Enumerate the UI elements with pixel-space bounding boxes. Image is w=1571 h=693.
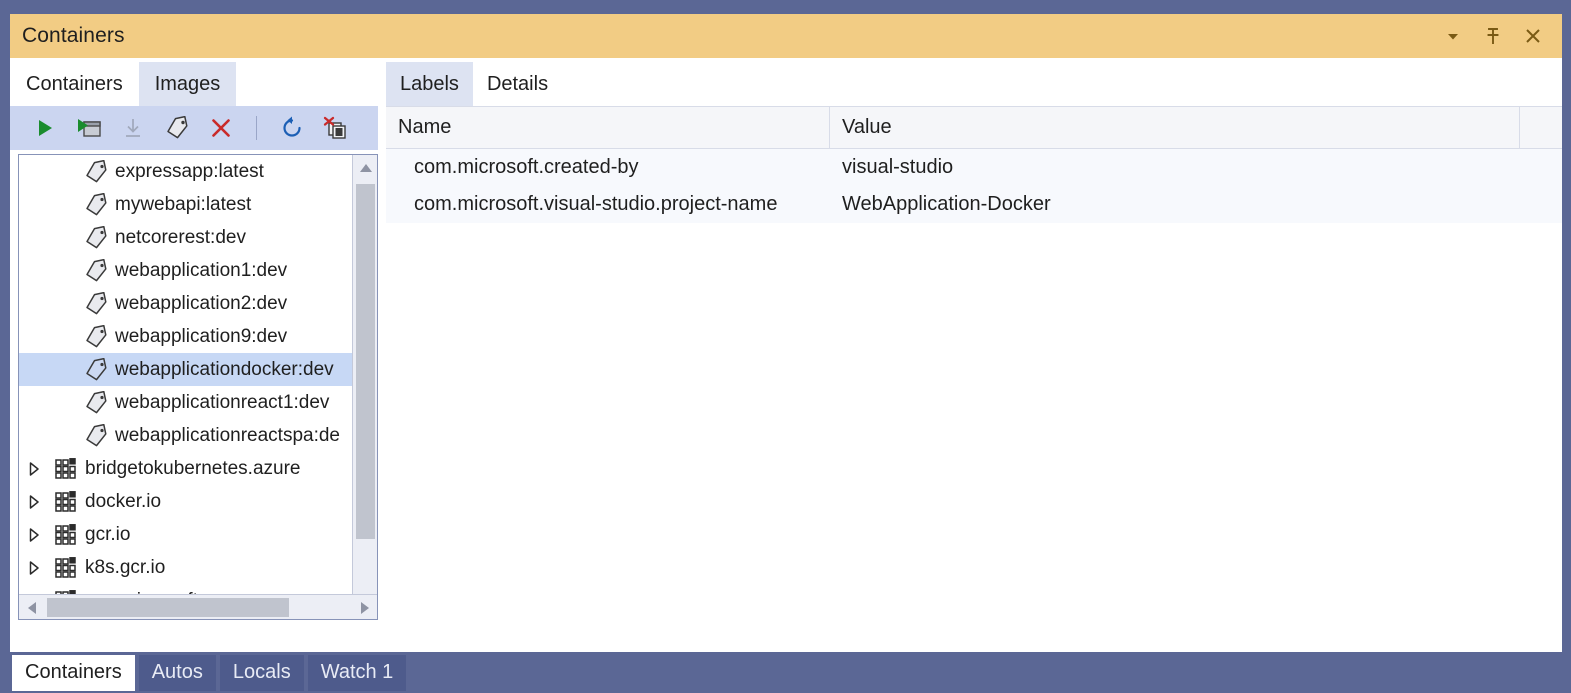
- expand-chevron-icon[interactable]: [19, 461, 49, 477]
- tag-icon: [79, 325, 113, 349]
- tree-item-label: expressapp:latest: [113, 161, 264, 183]
- tag-icon: [79, 292, 113, 316]
- tree-item[interactable]: gcr.io: [19, 518, 352, 551]
- right-pane-tabstrip: Labels Details: [386, 58, 1562, 106]
- tree-item-label: webapplication1:dev: [113, 260, 287, 282]
- expand-chevron-icon[interactable]: [19, 527, 49, 543]
- chevron-down-icon[interactable]: [1440, 23, 1466, 49]
- tab-images[interactable]: Images: [139, 62, 237, 106]
- tree-item-label: webapplicationreact1:dev: [113, 392, 329, 414]
- table-row[interactable]: com.microsoft.visual-studio.project-name…: [386, 186, 1562, 223]
- tag-icon: [79, 358, 113, 382]
- pin-icon[interactable]: [1480, 23, 1506, 49]
- tree-item[interactable]: webapplicationreactspa:de: [19, 419, 352, 452]
- images-pane: Containers Images: [10, 58, 378, 652]
- tag-icon: [79, 259, 113, 283]
- tab-containers[interactable]: Containers: [10, 62, 139, 106]
- images-toolbar: [10, 106, 378, 150]
- toolbar-separator: [256, 116, 257, 140]
- close-icon[interactable]: [1520, 23, 1546, 49]
- tree-item-label: webapplication9:dev: [113, 326, 287, 348]
- labels-grid: Name Value com.microsoft.created-byvisua…: [386, 106, 1562, 652]
- tag-icon: [79, 424, 113, 448]
- images-tree-container: expressapp:latest mywebapi:latest netcorer…: [18, 154, 378, 620]
- tree-item-label: mywebapi:latest: [113, 194, 251, 216]
- tree-horizontal-scrollbar[interactable]: [19, 594, 377, 619]
- refresh-icon[interactable]: [277, 113, 307, 143]
- expand-chevron-icon[interactable]: [19, 494, 49, 510]
- tree-item[interactable]: k8s.gcr.io: [19, 551, 352, 584]
- table-row[interactable]: com.microsoft.created-byvisual-studio: [386, 149, 1562, 186]
- vertical-scroll-thumb[interactable]: [356, 184, 375, 539]
- left-pane-tabstrip: Containers Images: [10, 58, 378, 106]
- scroll-left-arrow-icon[interactable]: [19, 595, 44, 620]
- label-value-cell: WebApplication-Docker: [830, 186, 1520, 223]
- tree-item[interactable]: mywebapi:latest: [19, 188, 352, 221]
- window-titlebar: Containers: [10, 14, 1562, 58]
- tab-details[interactable]: Details: [473, 62, 562, 106]
- tree-item-label: gcr.io: [83, 524, 130, 546]
- tree-item[interactable]: webapplicationreact1:dev: [19, 386, 352, 419]
- registry-icon: [49, 524, 83, 546]
- page-title: Containers: [22, 24, 125, 48]
- tag-icon: [79, 193, 113, 217]
- debug-window-tabstrip: Containers Autos Locals Watch 1: [0, 652, 1571, 693]
- tree-item-label: webapplicationreactspa:de: [113, 425, 340, 447]
- delete-x-icon[interactable]: [206, 113, 236, 143]
- registry-icon: [49, 557, 83, 579]
- tree-item-label: bridgetokubernetes.azure: [83, 458, 300, 480]
- tree-item-label: k8s.gcr.io: [83, 557, 165, 579]
- label-name-cell: com.microsoft.created-by: [386, 149, 830, 186]
- labels-grid-body: com.microsoft.created-byvisual-studiocom…: [386, 149, 1562, 223]
- scroll-up-arrow-icon[interactable]: [353, 155, 378, 180]
- label-value-cell: visual-studio: [830, 149, 1520, 186]
- download-icon: [118, 113, 148, 143]
- tree-item[interactable]: bridgetokubernetes.azure: [19, 452, 352, 485]
- horizontal-scroll-thumb[interactable]: [47, 598, 289, 617]
- tree-item-label: netcorerest:dev: [113, 227, 246, 249]
- tree-item[interactable]: netcorerest:dev: [19, 221, 352, 254]
- bottom-tab-autos[interactable]: Autos: [139, 655, 216, 691]
- tree-item[interactable]: webapplicationdocker:dev: [19, 353, 352, 386]
- tree-item[interactable]: docker.io: [19, 485, 352, 518]
- labels-grid-header: Name Value: [386, 107, 1562, 149]
- column-header-value[interactable]: Value: [830, 107, 1520, 148]
- prune-images-icon[interactable]: [321, 113, 351, 143]
- tree-item-label: webapplication2:dev: [113, 293, 287, 315]
- play-icon[interactable]: [30, 113, 60, 143]
- details-pane: Labels Details Name Value com.microsoft.…: [386, 58, 1562, 652]
- tag-icon[interactable]: [162, 113, 192, 143]
- titlebar-button-group: [1440, 23, 1546, 49]
- column-header-filler: [1520, 107, 1562, 148]
- tree-vertical-scrollbar[interactable]: [352, 155, 377, 619]
- images-tree[interactable]: expressapp:latest mywebapi:latest netcorer…: [19, 155, 352, 619]
- expand-chevron-icon[interactable]: [19, 560, 49, 576]
- tab-labels[interactable]: Labels: [386, 62, 473, 106]
- tree-item-label: webapplicationdocker:dev: [113, 359, 334, 381]
- bottom-tab-watch1[interactable]: Watch 1: [308, 655, 407, 691]
- label-name-cell: com.microsoft.visual-studio.project-name: [386, 186, 830, 223]
- bottom-tab-locals[interactable]: Locals: [220, 655, 304, 691]
- tool-window-body: Containers Images: [10, 58, 1562, 652]
- tree-item[interactable]: webapplication2:dev: [19, 287, 352, 320]
- tree-item[interactable]: webapplication1:dev: [19, 254, 352, 287]
- containers-tool-window: Containers Container: [0, 0, 1571, 693]
- tag-icon: [79, 391, 113, 415]
- tree-item[interactable]: expressapp:latest: [19, 155, 352, 188]
- column-header-name[interactable]: Name: [386, 107, 830, 148]
- registry-icon: [49, 491, 83, 513]
- bottom-tab-containers[interactable]: Containers: [12, 655, 135, 691]
- play-window-icon[interactable]: [74, 113, 104, 143]
- tree-item-label: docker.io: [83, 491, 161, 513]
- tag-icon: [79, 226, 113, 250]
- scroll-right-arrow-icon[interactable]: [352, 595, 377, 620]
- tag-icon: [79, 160, 113, 184]
- tree-item[interactable]: webapplication9:dev: [19, 320, 352, 353]
- registry-icon: [49, 458, 83, 480]
